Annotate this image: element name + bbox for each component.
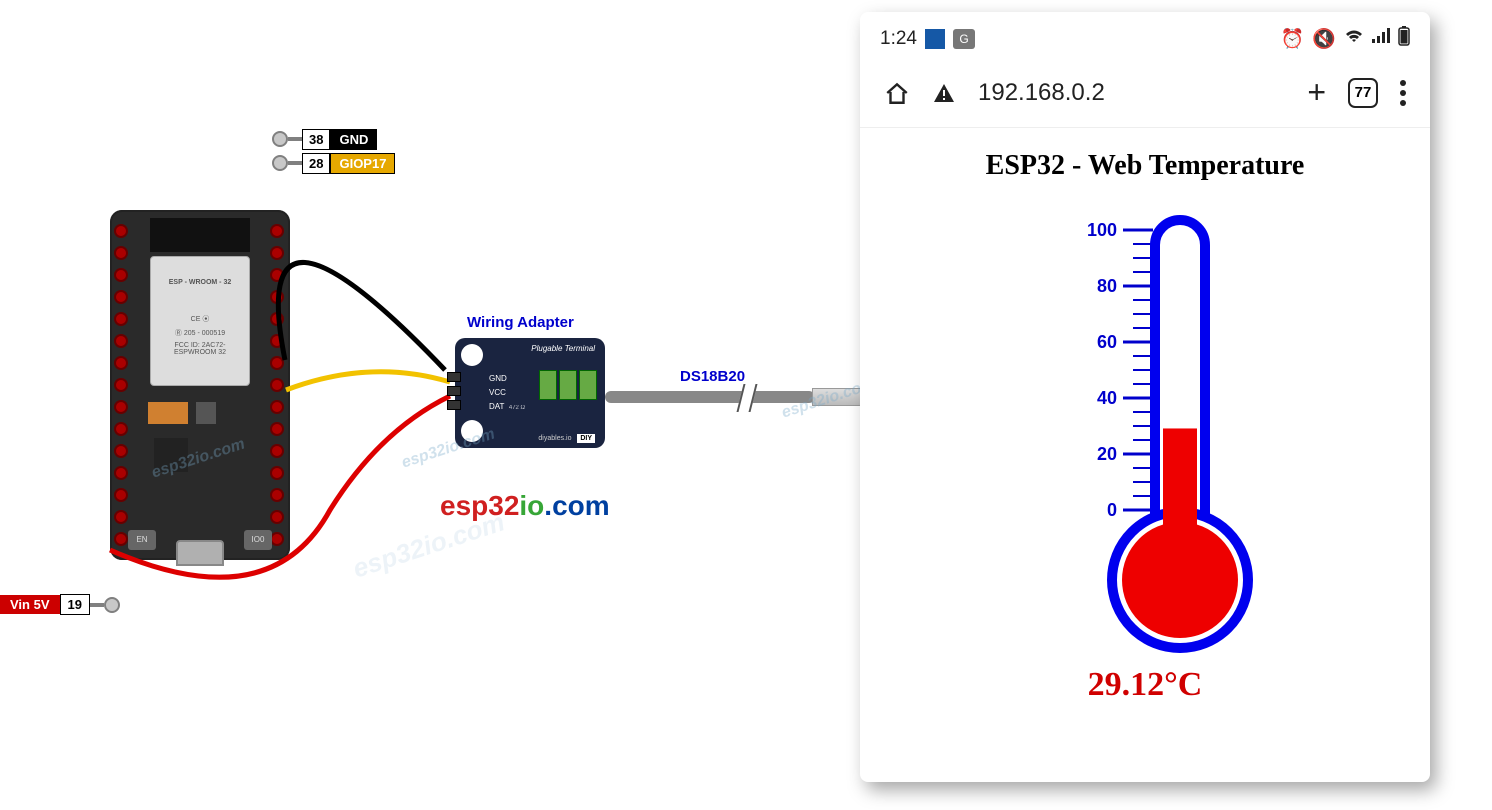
- wiring-adapter: Plugable Terminal GND VCC DAT 472 Ω diya…: [455, 338, 605, 448]
- sensor-label: DS18B20: [680, 368, 745, 385]
- mount-hole: [461, 344, 483, 366]
- component: [154, 438, 188, 472]
- pins-left: [114, 224, 130, 546]
- phone-mockup: 1:24 G ⏰ 🔇: [860, 12, 1430, 782]
- not-secure-icon[interactable]: [932, 82, 956, 104]
- antenna: [150, 218, 250, 252]
- io0-button: IO0: [244, 530, 272, 550]
- browser-url-bar: 192.168.0.2 + 77: [860, 60, 1430, 128]
- page-title: ESP32 - Web Temperature: [860, 150, 1430, 182]
- rf-shield: ESP - WROOM - 32 CE ⦿ Ⓡ 205 - 000519 FCC…: [150, 256, 250, 386]
- pin-gnd-label: GND: [330, 129, 377, 150]
- svg-text:20: 20: [1097, 444, 1117, 464]
- menu-kebab-icon[interactable]: [1400, 80, 1406, 106]
- en-button: EN: [128, 530, 156, 550]
- pin-gnd-row: 38 GND: [272, 128, 395, 150]
- shield-model: ESP - WROOM - 32: [155, 279, 245, 286]
- shield-serial: 205 - 000519: [184, 330, 225, 337]
- pins-right: [270, 224, 286, 546]
- adapter-pin-vcc: VCC: [489, 386, 525, 400]
- shield-fcc: FCC ID: 2AC72-ESPWROOM 32: [155, 342, 245, 356]
- pin-vin-number: 19: [60, 594, 90, 615]
- pin-wire: [288, 137, 302, 141]
- status-right-icons: ⏰ 🔇: [1281, 26, 1410, 52]
- svg-text:60: 60: [1097, 332, 1117, 352]
- status-translate-icon: G: [953, 29, 975, 49]
- adapter-pin-gnd: GND: [489, 372, 525, 386]
- status-bar: 1:24 G ⏰ 🔇: [860, 12, 1430, 60]
- home-icon[interactable]: [884, 81, 910, 105]
- thermometer-widget: 100 80 60 40 20 0: [860, 200, 1430, 660]
- esp32-board: ESP - WROOM - 32 CE ⦿ Ⓡ 205 - 000519 FCC…: [110, 210, 290, 560]
- battery-icon: [1398, 26, 1410, 52]
- brand-part-1: esp32: [440, 490, 519, 521]
- jack-block: [447, 372, 461, 414]
- brand-part-2: io: [519, 490, 544, 521]
- sensor-cable: [605, 391, 815, 403]
- pin-giop-row: 28 GIOP17: [272, 152, 395, 174]
- alarm-icon: ⏰: [1281, 27, 1305, 51]
- adapter-pin-dat: DAT: [489, 402, 504, 411]
- svg-text:100: 100: [1087, 220, 1117, 240]
- wire-black: [275, 170, 475, 380]
- pin-dot: [272, 155, 288, 171]
- adapter-resistor: 472 Ω: [509, 405, 525, 411]
- pin-vin-label: Vin 5V: [0, 595, 60, 614]
- pin-wire: [90, 603, 104, 607]
- brand-logo: esp32io.com: [440, 490, 610, 522]
- mute-icon: 🔇: [1312, 27, 1336, 51]
- diagram-canvas: 38 GND 28 GIOP17 Vin 5V 19 ESP - WROOM -…: [0, 0, 1492, 810]
- status-app-icon: [925, 29, 945, 49]
- pin-dot: [104, 597, 120, 613]
- pin-dot: [272, 131, 288, 147]
- new-tab-icon[interactable]: +: [1307, 74, 1326, 111]
- adapter-title: Wiring Adapter: [467, 314, 574, 331]
- thermometer-svg: 100 80 60 40 20 0: [1005, 200, 1285, 660]
- component: [148, 402, 188, 424]
- adapter-pin-labels: GND VCC DAT 472 Ω: [489, 372, 525, 415]
- adapter-brand: DIY: [577, 434, 595, 443]
- url-text[interactable]: 192.168.0.2: [978, 79, 1285, 107]
- terminal-block: [539, 370, 597, 400]
- mount-hole: [461, 420, 483, 442]
- svg-text:0: 0: [1107, 500, 1117, 520]
- wifi-icon: [1344, 28, 1364, 50]
- wire-yellow: [280, 360, 470, 400]
- usb-port: [176, 540, 224, 566]
- brand-part-3: .com: [544, 490, 609, 521]
- pin-vin-row: Vin 5V 19: [0, 594, 120, 615]
- status-time: 1:24: [880, 28, 917, 50]
- tab-count-badge[interactable]: 77: [1348, 78, 1378, 108]
- pin-wire: [288, 161, 302, 165]
- pin-giop-label: GIOP17: [330, 153, 395, 174]
- svg-text:80: 80: [1097, 276, 1117, 296]
- adapter-footer: diyables.io: [538, 435, 571, 442]
- pin-gnd-number: 38: [302, 129, 330, 150]
- temperature-reading: 29.12°C: [860, 666, 1430, 704]
- pin-giop-number: 28: [302, 153, 330, 174]
- component: [196, 402, 216, 424]
- svg-text:40: 40: [1097, 388, 1117, 408]
- signal-icon: [1372, 28, 1390, 50]
- pin-legend: 38 GND 28 GIOP17: [272, 128, 395, 176]
